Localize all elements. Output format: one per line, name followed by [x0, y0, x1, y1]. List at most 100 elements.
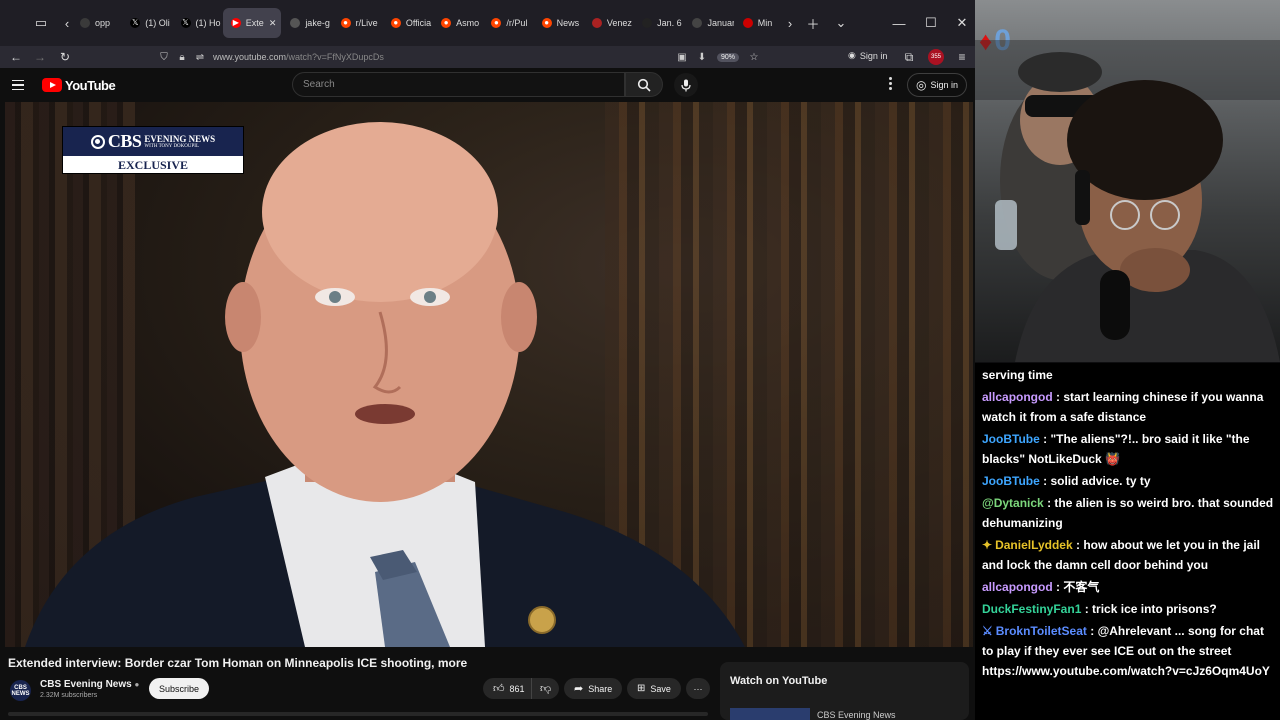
- chat-text: 不客气: [1063, 580, 1100, 594]
- youtube-play-logo-icon: [42, 78, 62, 92]
- browser-tab[interactable]: Venez: [584, 8, 633, 38]
- share-button[interactable]: ➦ Share: [564, 678, 623, 699]
- browser-tab[interactable]: Min: [735, 8, 784, 38]
- chat-username[interactable]: @Dytanick: [982, 496, 1044, 510]
- chat-separator: :: [1052, 580, 1064, 594]
- like-button[interactable]: 👍︎ 861: [483, 678, 531, 699]
- browser-tab[interactable]: 𝕏 (1) Ho: [173, 8, 222, 38]
- channel-name[interactable]: CBS Evening News ●: [40, 679, 139, 690]
- tab-favicon-icon: ●: [541, 18, 552, 28]
- tab-label: Jan. 6: [657, 18, 682, 28]
- microphone-icon: [681, 79, 691, 91]
- lock-icon[interactable]: 🔒︎: [173, 52, 191, 63]
- youtube-header: YouTube Search ◎ Sign in: [0, 68, 975, 102]
- close-tab-icon[interactable]: ✕: [269, 18, 277, 29]
- zoom-badge[interactable]: 90%: [717, 52, 740, 62]
- browser-tab[interactable]: ● Asmo: [433, 8, 482, 38]
- browser-tab[interactable]: Jan. 6: [634, 8, 683, 38]
- more-actions-button[interactable]: ···: [686, 678, 710, 699]
- share-label: Share: [588, 683, 613, 694]
- tab-overflow-icon[interactable]: ⌄: [830, 12, 852, 34]
- browser-tab[interactable]: Januar: [684, 8, 734, 38]
- browser-tab[interactable]: ● r/Live: [333, 8, 382, 38]
- tab-label: Min: [757, 18, 773, 28]
- share-arrow-icon: ➦: [574, 683, 584, 695]
- bookmark-star-icon[interactable]: ☆: [745, 52, 763, 63]
- hamburger-menu-icon[interactable]: [12, 79, 32, 91]
- maximize-icon[interactable]: ☐: [915, 0, 947, 46]
- chat-message: DuckFestinyFan1 : trick ice into prisons…: [982, 599, 1276, 619]
- reader-view-icon[interactable]: ▣: [673, 52, 691, 63]
- browser-tab[interactable]: ● News: [534, 8, 583, 38]
- tab-label: Venez: [606, 18, 632, 28]
- new-tab-icon[interactable]: ＋: [802, 12, 824, 34]
- scroll-tabs-right-icon[interactable]: ›: [779, 12, 801, 34]
- tab-label: opp: [95, 18, 111, 28]
- chat-username[interactable]: allcapongod: [982, 390, 1053, 404]
- browser-tab[interactable]: opp: [72, 8, 121, 38]
- search-input[interactable]: Search: [292, 72, 625, 97]
- chat-username[interactable]: BroknToiletSeat: [996, 624, 1087, 638]
- verified-icon: ●: [134, 680, 140, 689]
- tab-favicon-icon: [642, 18, 653, 28]
- more-options-icon[interactable]: [885, 77, 895, 90]
- tab-bar: ▭ ‹ opp 𝕏 (1) Oli 𝕏 (1) Ho ▶ Exte ✕ jake-g ● r/Liv…: [0, 0, 975, 46]
- search-button[interactable]: [625, 72, 663, 97]
- browser-signin-label: Sign in: [859, 50, 888, 61]
- chat-text: solid advice. ty ty: [1050, 474, 1151, 488]
- voice-search-button[interactable]: [674, 73, 698, 97]
- back-icon[interactable]: ←: [4, 46, 28, 68]
- browser-tab[interactable]: ● Officia: [383, 8, 432, 38]
- youtube-logo[interactable]: YouTube: [42, 78, 116, 93]
- chat-username[interactable]: DuckFestinyFan1: [982, 602, 1081, 616]
- thumbs-up-icon: 👍︎: [493, 683, 505, 695]
- tab-list-icon[interactable]: ▭: [30, 12, 52, 34]
- chat-message: serving time: [982, 365, 1276, 385]
- app-menu-icon[interactable]: ≡: [950, 46, 974, 68]
- url-path: /watch?v=FfNyXDupcDs: [286, 52, 384, 62]
- chat-text: serving time: [982, 368, 1053, 382]
- tab-label: News: [556, 18, 580, 28]
- forward-icon[interactable]: →: [28, 46, 52, 68]
- chat-username[interactable]: DanielLyddek: [995, 538, 1073, 552]
- chat-username[interactable]: JooBTube: [982, 474, 1040, 488]
- browser-tab[interactable]: ▶ Exte ✕: [222, 8, 282, 38]
- search-icon: [637, 78, 651, 92]
- stream-overlay: ♦ 0 serving time allcapongod : start lear…: [975, 0, 1280, 720]
- extensions-icon[interactable]: ⧉: [897, 46, 921, 68]
- watch-on-youtube-panel[interactable]: Watch on YouTube CBS Evening News: [720, 662, 969, 720]
- account-signin[interactable]: ◉ Sign in: [848, 50, 887, 61]
- close-window-icon[interactable]: ✕: [946, 0, 978, 46]
- youtube-signin-button[interactable]: ◎ Sign in: [907, 73, 968, 97]
- related-thumbnail[interactable]: [730, 708, 810, 720]
- tab-favicon-icon: ●: [340, 18, 351, 28]
- chat-separator: :: [1072, 538, 1084, 552]
- chat-separator: :: [1039, 432, 1051, 446]
- permissions-icon[interactable]: ⇌: [191, 52, 209, 63]
- chat-username[interactable]: allcapongod: [982, 580, 1053, 594]
- chat-message: allcapongod : start learning chinese if …: [982, 387, 1276, 427]
- streamer-image: [975, 40, 1280, 362]
- chat-username[interactable]: JooBTube: [982, 432, 1040, 446]
- url-bar[interactable]: ⛉ 🔒︎ ⇌ www.youtube.com/watch?v=FfNyXDupc…: [155, 46, 767, 68]
- extension-badge[interactable]: 355: [928, 49, 944, 65]
- scroll-indicator: [8, 712, 708, 716]
- subscribe-button[interactable]: Subscribe: [149, 678, 210, 699]
- chat-message: @Dytanick : the alien is so weird bro. t…: [982, 493, 1276, 533]
- browser-tab[interactable]: jake-g: [282, 8, 331, 38]
- url-text[interactable]: www.youtube.com/watch?v=FfNyXDupcDs: [213, 52, 384, 62]
- browser-tab[interactable]: ● /r/Pul: [483, 8, 532, 38]
- cbs-badge-top: CBS EVENING NEWS WITH TONY DOKOUPIL: [63, 127, 243, 156]
- cbs-badge-line1: EVENING NEWS: [144, 133, 216, 144]
- channel-avatar[interactable]: CBS NEWS: [10, 680, 31, 701]
- tab-favicon-icon: 𝕏: [130, 18, 141, 28]
- dislike-button[interactable]: 👎︎: [531, 678, 560, 699]
- video-player[interactable]: CBS EVENING NEWS WITH TONY DOKOUPIL EXCL…: [5, 102, 973, 647]
- nav-bar: ← → ↻ ⛉ 🔒︎ ⇌ www.youtube.com/watch?v=FfN…: [0, 46, 975, 68]
- minimize-icon[interactable]: —: [883, 0, 915, 46]
- reload-icon[interactable]: ↻: [53, 46, 77, 68]
- save-to-pocket-icon[interactable]: ⬇: [693, 52, 711, 63]
- save-button[interactable]: ⊞ Save: [627, 678, 681, 699]
- browser-tab[interactable]: 𝕏 (1) Oli: [122, 8, 171, 38]
- shield-icon[interactable]: ⛉: [155, 52, 173, 63]
